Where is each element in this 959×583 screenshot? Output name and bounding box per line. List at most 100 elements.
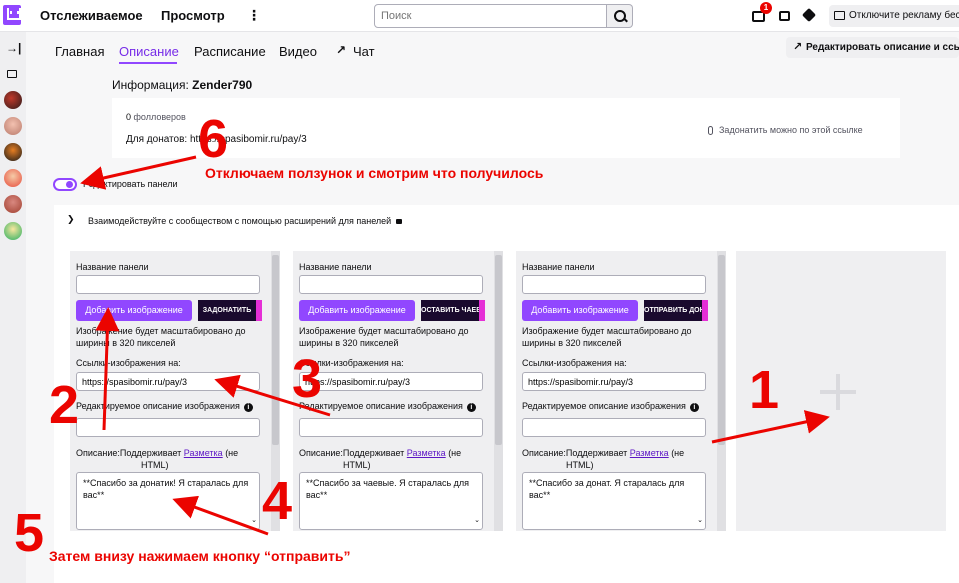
panel-name-label: Название панели: [522, 262, 595, 272]
image-link-input[interactable]: [299, 372, 483, 391]
channel-name: Zender790: [192, 78, 253, 92]
image-note: ширины в 320 пикселей: [522, 338, 622, 348]
nav-browse[interactable]: Просмотр: [161, 8, 225, 23]
annotation-text: Отключаем ползунок и смотрим что получил…: [205, 165, 544, 181]
scrollbar[interactable]: [494, 251, 503, 531]
description-textarea[interactable]: **Спасибо за донатик! Я старалась для ва…: [76, 472, 260, 530]
ad-free-button[interactable]: Отключите рекламу беспл: [829, 5, 959, 27]
donate-link[interactable]: Задонатить можно по этой ссылке: [708, 125, 863, 136]
panel-image-preview: ОТПРАВИТЬ ДОНАТ: [644, 300, 708, 321]
extensions-bar[interactable]: ❯ Взаимодействуйте с сообществом с помощ…: [54, 205, 959, 238]
image-desc-label: Редактируемое описание изображения i: [522, 400, 699, 412]
lock-icon: [396, 219, 403, 224]
tab-videos[interactable]: Видео: [279, 44, 317, 59]
scrollbar-thumb[interactable]: [718, 255, 725, 445]
twitch-logo-icon[interactable]: [3, 5, 21, 25]
resize-icon: ⌄: [697, 517, 703, 524]
followed-channels-icon[interactable]: [7, 70, 17, 78]
add-image-button[interactable]: Добавить изображение: [522, 300, 638, 321]
resize-icon: ⌄: [251, 517, 257, 524]
plus-icon: [820, 374, 856, 410]
followers-count: 0 фолловеров: [126, 112, 186, 122]
panel-image-preview: ОСТАВИТЬ ЧАЕВЫЕ: [421, 300, 485, 321]
tab-home[interactable]: Главная: [55, 44, 104, 59]
annotation-number: 4: [262, 471, 293, 531]
scrollbar-thumb[interactable]: [495, 255, 502, 445]
panel-name-label: Название панели: [76, 262, 149, 272]
image-desc-label: Редактируемое описание изображения i: [76, 400, 253, 412]
description-label-html: HTML): [566, 460, 594, 470]
more-options-icon[interactable]: ⋮: [247, 8, 261, 22]
annotation-number: 3: [292, 349, 323, 409]
bits-icon[interactable]: [801, 7, 817, 23]
page-title: Информация: Zender790: [112, 78, 253, 92]
description-label-html: HTML): [343, 460, 371, 470]
edit-panels-toggle[interactable]: [53, 178, 77, 191]
avatar[interactable]: [4, 169, 22, 187]
avatar[interactable]: [4, 222, 22, 240]
description-label: Описание:Поддерживает Разметка (не: [299, 448, 462, 458]
image-link-label: Ссылки-изображения на:: [76, 358, 181, 368]
info-box: 0 фолловеров Для донатов: https://spasib…: [112, 98, 900, 158]
avatar[interactable]: [4, 143, 22, 161]
panel-editor: Название панели Добавить изображение ОСТ…: [293, 251, 503, 531]
nav-following[interactable]: Отслеживаемое: [40, 8, 143, 23]
image-link-input[interactable]: [76, 372, 260, 391]
image-desc-input[interactable]: [522, 418, 706, 437]
info-icon[interactable]: i: [689, 403, 699, 412]
image-note: Изображение будет масштабировано до: [522, 326, 692, 336]
info-icon[interactable]: i: [243, 403, 253, 412]
scrollbar[interactable]: [717, 251, 726, 531]
description-label-html: HTML): [141, 460, 169, 470]
info-icon[interactable]: i: [466, 403, 476, 412]
ad-free-label: Отключите рекламу беспл: [849, 10, 959, 21]
image-note: ширины в 320 пикселей: [76, 338, 176, 348]
add-image-button[interactable]: Добавить изображение: [76, 300, 192, 321]
image-desc-input[interactable]: [76, 418, 260, 437]
extensions-label: Взаимодействуйте с сообществом с помощью…: [88, 216, 403, 226]
tab-chat[interactable]: Чат: [353, 44, 375, 59]
description-label: Описание:Поддерживает Разметка (не: [522, 448, 685, 458]
image-note: Изображение будет масштабировано до: [299, 326, 469, 336]
description-textarea[interactable]: **Спасибо за чаевые. Я старалась для вас…: [299, 472, 483, 530]
edit-description-label: Редактировать описание и ссылки: [806, 42, 959, 53]
description-label: Описание:Поддерживает Разметка (не: [76, 448, 239, 458]
annotation-number: 5: [14, 503, 45, 563]
avatar[interactable]: [4, 195, 22, 213]
annotation-text: Затем внизу нажимаем кнопку “отправить”: [49, 548, 351, 564]
annotation-number: 2: [49, 375, 80, 435]
resize-icon: ⌄: [474, 517, 480, 524]
active-tab-indicator: [119, 62, 177, 64]
panel-image-preview: ЗАДОНАТИТЬ: [198, 300, 262, 321]
add-image-button[interactable]: Добавить изображение: [299, 300, 415, 321]
search-icon[interactable]: [607, 4, 633, 28]
panel-editor: Название панели Добавить изображение ЗАД…: [70, 251, 280, 531]
twitch-channel-about-page: Отслеживаемое Просмотр ⋮ 1 Отключите рек…: [0, 0, 959, 583]
tab-schedule[interactable]: Расписание: [194, 44, 266, 59]
markdown-link[interactable]: Разметка: [630, 448, 669, 458]
image-note: ширины в 320 пикселей: [299, 338, 399, 348]
markdown-link[interactable]: Разметка: [184, 448, 223, 458]
markdown-link[interactable]: Разметка: [407, 448, 446, 458]
description-textarea[interactable]: **Спасибо за донат. Я старалась для вас*…: [522, 472, 706, 530]
tv-icon: [834, 11, 845, 20]
link-icon: [708, 126, 713, 136]
chevron-down-icon[interactable]: ❯: [67, 214, 75, 225]
panel-name-label: Название панели: [299, 262, 372, 272]
search-input[interactable]: [374, 4, 607, 28]
top-nav: Отслеживаемое Просмотр ⋮ 1 Отключите рек…: [0, 0, 959, 32]
avatar[interactable]: [4, 117, 22, 135]
toggle-knob: [66, 181, 73, 188]
image-link-input[interactable]: [522, 372, 706, 391]
panel-name-input[interactable]: [522, 275, 706, 294]
left-sidebar: →|: [0, 32, 26, 583]
edit-description-button[interactable]: ↗ Редактировать описание и ссылки: [786, 37, 959, 58]
whispers-icon[interactable]: [779, 11, 790, 21]
panel-name-input[interactable]: [76, 275, 260, 294]
image-desc-input[interactable]: [299, 418, 483, 437]
collapse-sidebar-icon[interactable]: →|: [6, 41, 21, 55]
scrollbar-thumb[interactable]: [272, 255, 279, 445]
tab-about[interactable]: Описание: [119, 44, 179, 59]
panel-name-input[interactable]: [299, 275, 483, 294]
avatar[interactable]: [4, 91, 22, 109]
